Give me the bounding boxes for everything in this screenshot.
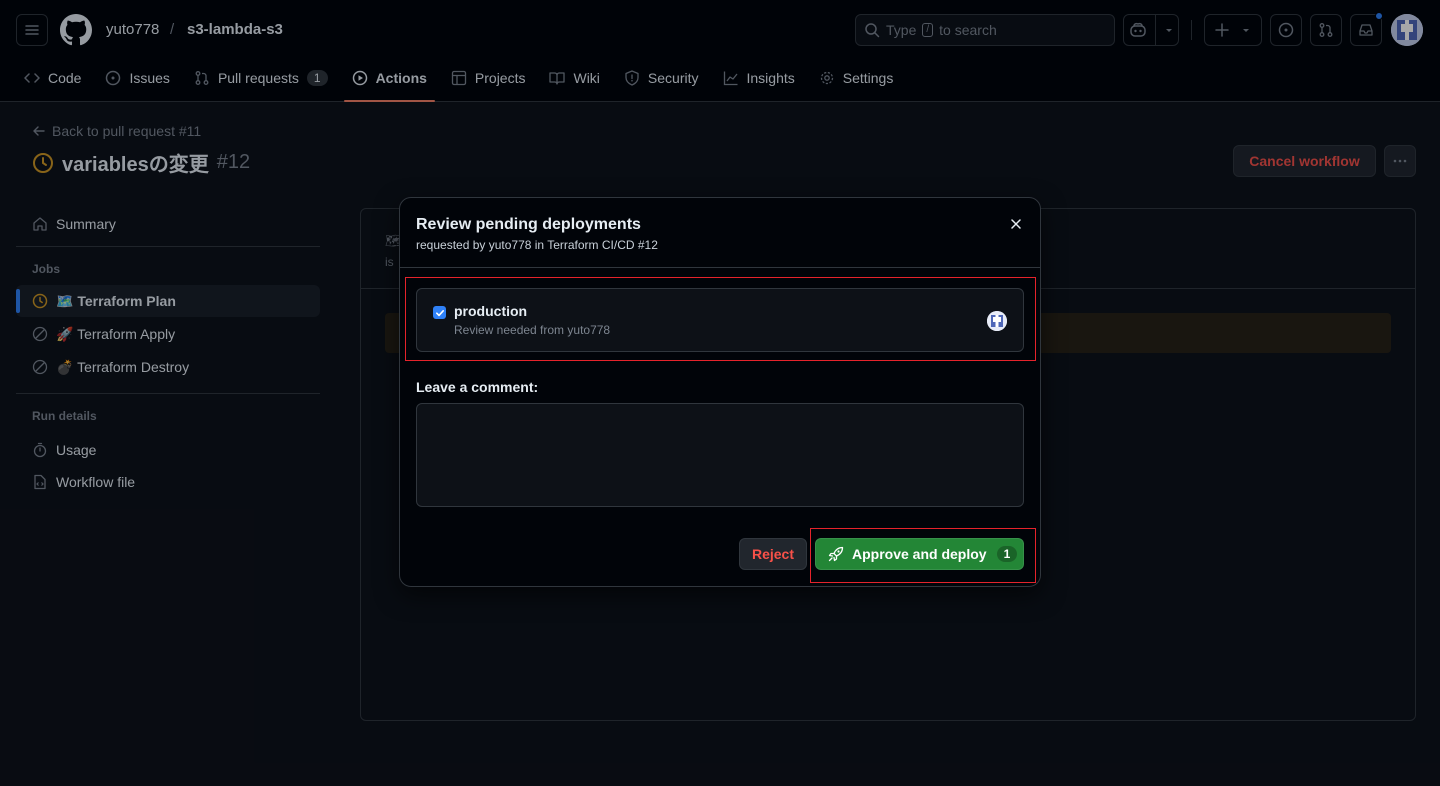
dialog-subtitle: requested by yuto778 in Terraform CI/CD …	[416, 238, 658, 252]
reject-button[interactable]: Reject	[739, 538, 807, 570]
environment-checkbox[interactable]	[433, 306, 446, 319]
reviewer-avatar	[987, 311, 1007, 331]
environment-item-production[interactable]: production Review needed from yuto778	[416, 288, 1024, 352]
approve-and-deploy-button[interactable]: Approve and deploy 1	[815, 538, 1024, 570]
environment-review-text: Review needed from yuto778	[454, 323, 611, 337]
environment-name: production	[454, 303, 528, 319]
comment-label: Leave a comment:	[416, 379, 539, 395]
dialog-title: Review pending deployments	[416, 216, 641, 233]
approve-label: Approve and deploy	[852, 546, 987, 562]
review-deployments-dialog: Review pending deployments requested by …	[399, 197, 1041, 587]
comment-field[interactable]	[416, 403, 1024, 507]
dialog-divider	[400, 267, 1040, 268]
approve-counter: 1	[996, 546, 1018, 562]
close-button[interactable]	[1004, 212, 1028, 236]
rocket-icon	[828, 546, 844, 562]
check-icon	[435, 309, 444, 316]
close-icon	[1011, 219, 1021, 229]
